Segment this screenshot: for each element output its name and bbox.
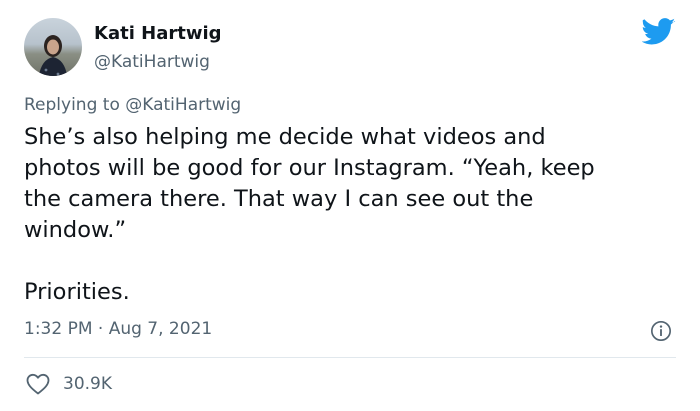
divider bbox=[24, 357, 676, 358]
reply-mention-link[interactable]: @KatiHartwig bbox=[125, 95, 241, 115]
replying-to-label: Replying to bbox=[24, 95, 126, 115]
avatar-person-image bbox=[38, 35, 68, 76]
like-count[interactable]: 30.9K bbox=[63, 374, 112, 394]
info-icon[interactable] bbox=[650, 320, 672, 342]
heart-icon[interactable] bbox=[26, 373, 50, 395]
twitter-bird-icon[interactable] bbox=[642, 18, 676, 46]
author-handle[interactable]: @KatiHartwig bbox=[94, 52, 210, 72]
replying-to: Replying to @KatiHartwig bbox=[24, 95, 241, 115]
author-name[interactable]: Kati Hartwig bbox=[94, 23, 222, 44]
tweet-text: She’s also helping me decide what videos… bbox=[24, 124, 595, 305]
tweet-timestamp[interactable]: 1:32 PM · Aug 7, 2021 bbox=[24, 319, 212, 339]
avatar[interactable] bbox=[24, 18, 82, 76]
